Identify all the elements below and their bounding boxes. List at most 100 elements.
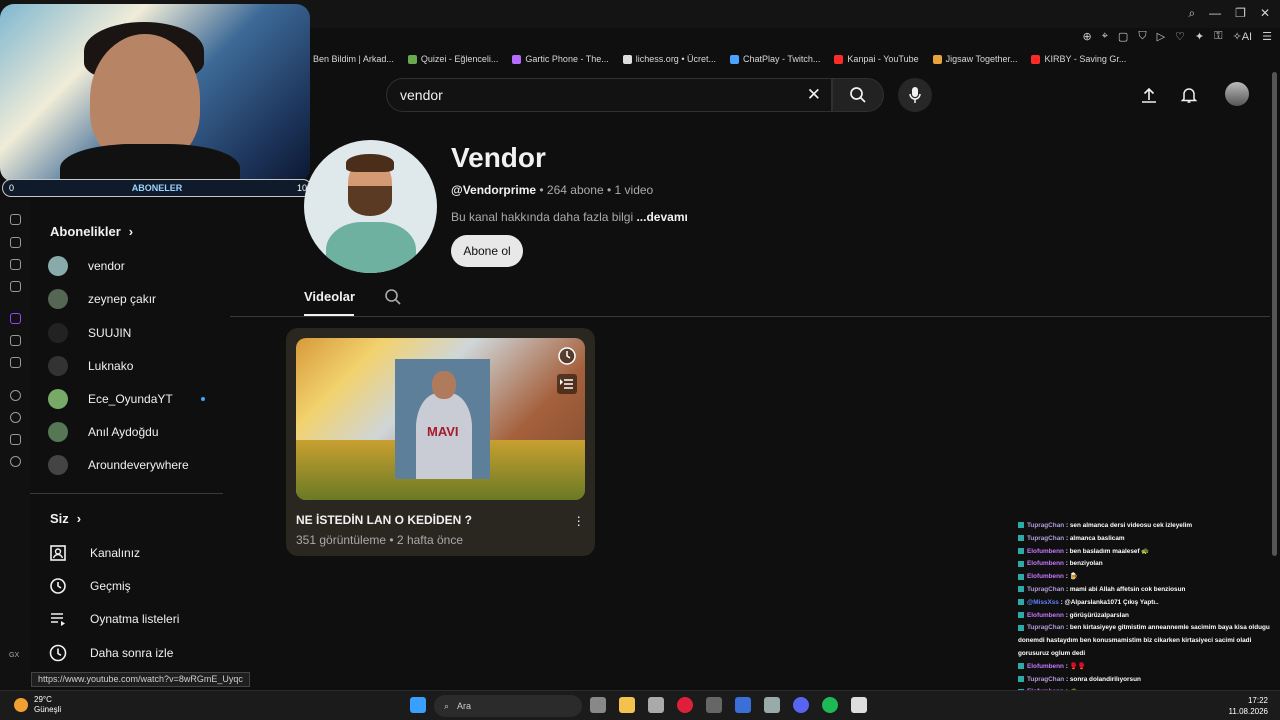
channel-search-button[interactable]	[384, 288, 402, 311]
bookmark-item[interactable]: Quizei - Eğlenceli...	[407, 54, 498, 64]
add-to-queue-icon[interactable]	[557, 374, 577, 394]
guide-divider	[30, 493, 223, 494]
bookmark-item[interactable]: KIRBY - Saving Gr...	[1031, 54, 1126, 64]
channel-avatar-icon	[48, 389, 68, 409]
guide-item-playlists[interactable]: Oynatma listeleri	[48, 607, 179, 631]
guide-item-history[interactable]: Geçmiş	[48, 574, 131, 598]
settings-icon[interactable]	[10, 456, 21, 467]
subscription-name: zeynep çakır	[88, 292, 157, 306]
status-bar-url: https://www.youtube.com/watch?v=8wRGmE_U…	[31, 672, 250, 687]
zoom-icon[interactable]: ⊕	[1082, 30, 1091, 43]
bookmark-item[interactable]: lichess.org • Ücret...	[622, 54, 716, 64]
subscription-item[interactable]: Anıl Aydoğdu	[48, 420, 159, 444]
shield-icon[interactable]: ⛉	[1138, 30, 1146, 43]
more-link[interactable]: ...devamı	[636, 210, 687, 224]
tab-videos[interactable]: Videolar	[304, 289, 355, 304]
spotify-icon[interactable]	[822, 697, 838, 713]
search-input[interactable]: vendor ✕	[386, 78, 832, 112]
channel-description[interactable]: Bu kanal hakkında daha fazla bilgi ...de…	[451, 210, 688, 224]
subscription-item[interactable]: zeynep çakır	[48, 287, 156, 311]
taskbar-search[interactable]: ⌕ Ara	[434, 695, 582, 717]
workspace-icon[interactable]	[10, 259, 21, 270]
chevron-right-icon: ›	[128, 224, 134, 239]
thumbnail-head	[432, 371, 456, 399]
app-icon[interactable]	[706, 697, 722, 713]
lock-icon[interactable]: ⚿	[1214, 30, 1222, 43]
guide-sidebar: Abonelikler › vendor zeynep çakır SUUJIN Lu…	[30, 200, 225, 670]
speed-dial-icon[interactable]	[10, 214, 21, 225]
search-icon	[385, 289, 401, 305]
guide-item-watch-later[interactable]: Daha sonra izle	[48, 641, 173, 665]
ai-icon[interactable]: ✧AI	[1233, 30, 1253, 43]
clear-search-icon[interactable]: ✕	[807, 85, 821, 105]
bookmark-item[interactable]: Gartic Phone - The...	[512, 54, 609, 64]
webcam-shirt	[60, 144, 240, 182]
opera-gx-icon[interactable]	[677, 697, 693, 713]
search-icon	[850, 87, 866, 103]
weather-widget[interactable]: 29°C Güneşli	[14, 695, 61, 715]
percent-icon[interactable]	[10, 335, 21, 346]
guide-item-your-channel[interactable]: Kanalınız	[48, 541, 140, 565]
notifications-button[interactable]	[1178, 84, 1200, 106]
subscription-item[interactable]: Luknako	[48, 354, 133, 378]
pin-icon[interactable]: ⌖	[1102, 30, 1108, 43]
vscode-icon[interactable]	[735, 697, 751, 713]
extensions-sidebar-icon[interactable]	[10, 434, 21, 445]
chat-text: sonra dolandirilıyorsun	[1069, 675, 1141, 683]
voice-search-button[interactable]	[898, 78, 932, 112]
video-title[interactable]: NE İSTEDİN LAN O KEDİDEN ?	[296, 513, 472, 527]
messenger-icon[interactable]	[10, 281, 21, 292]
tray-clock[interactable]: 17:22 11.08.2026	[1229, 695, 1268, 717]
account-avatar[interactable]	[1225, 82, 1249, 106]
bookmark-item[interactable]: Ben Bildim | Arkad...	[300, 54, 394, 64]
play-icon[interactable]: ▷	[1157, 30, 1165, 43]
watch-later-icon[interactable]	[557, 346, 577, 366]
minimize-icon[interactable]: —	[1209, 6, 1221, 21]
subscribe-button[interactable]: Abone ol	[451, 235, 523, 267]
scrollbar[interactable]	[1272, 72, 1277, 556]
you-header[interactable]: Siz ›	[50, 511, 81, 526]
task-view-icon[interactable]	[590, 697, 606, 713]
subscription-item[interactable]: vendor	[48, 254, 125, 278]
x-icon[interactable]	[10, 357, 21, 368]
menu-icon[interactable]: ☰	[1262, 30, 1272, 43]
obs-icon[interactable]	[851, 697, 867, 713]
close-window-icon[interactable]: ✕	[1260, 6, 1270, 21]
heart-icon[interactable]: ♡	[1175, 30, 1185, 43]
restore-icon[interactable]: ❐	[1235, 6, 1246, 21]
store-icon[interactable]	[648, 697, 664, 713]
chat-badge-icon	[1018, 663, 1024, 670]
video-card[interactable]: MAVI NE İSTEDİN LAN O KEDİDEN ? 351 görü…	[286, 328, 595, 556]
bookmark-item[interactable]: Kanpai - YouTube	[834, 54, 919, 64]
extensions-icon[interactable]: ✦	[1195, 30, 1204, 43]
ai-sidebar-icon[interactable]	[10, 237, 21, 248]
extensions-row: ⊕ ⌖ ▢ ⛉ ▷ ♡ ✦ ⚿ ✧AI ☰	[1082, 30, 1272, 43]
player-icon[interactable]	[10, 390, 21, 401]
snapshot-icon[interactable]: ▢	[1118, 30, 1128, 43]
chat-badge-icon	[1018, 675, 1024, 682]
window-controls: ⌕ — ❐ ✕	[1188, 6, 1270, 21]
guide-item-label: Geçmiş	[90, 579, 131, 593]
gx-logo: GX	[9, 652, 20, 659]
video-menu-icon[interactable]: · · ·	[576, 509, 581, 531]
channel-name: Vendor	[451, 142, 546, 173]
channel-avatar[interactable]	[304, 140, 437, 273]
bookmark-item[interactable]: Jigsaw Together...	[932, 54, 1017, 64]
subscriptions-header[interactable]: Abonelikler ›	[50, 224, 133, 239]
bookmark-item[interactable]: ChatPlay - Twitch...	[729, 54, 820, 64]
discord-icon[interactable]	[793, 697, 809, 713]
file-explorer-icon[interactable]	[619, 697, 635, 713]
chat-message: TupragChan : almanca baslicam	[1018, 533, 1280, 546]
subscription-item[interactable]: SUUJIN	[48, 321, 131, 345]
upload-button[interactable]	[1138, 84, 1160, 106]
twitch-icon[interactable]	[10, 313, 21, 324]
steam-icon[interactable]	[764, 697, 780, 713]
subscription-item[interactable]: Aroundeverywhere	[48, 453, 189, 477]
history-icon[interactable]	[10, 412, 21, 423]
subscription-item[interactable]: Ece_OyundaYT	[48, 387, 205, 411]
search-button[interactable]	[832, 78, 884, 112]
video-thumbnail[interactable]: MAVI	[296, 338, 585, 500]
chat-message: Elofumbenn : görüşürüzalparslan	[1018, 610, 1280, 623]
search-tabs-icon[interactable]: ⌕	[1188, 6, 1195, 21]
start-icon[interactable]	[410, 697, 426, 713]
